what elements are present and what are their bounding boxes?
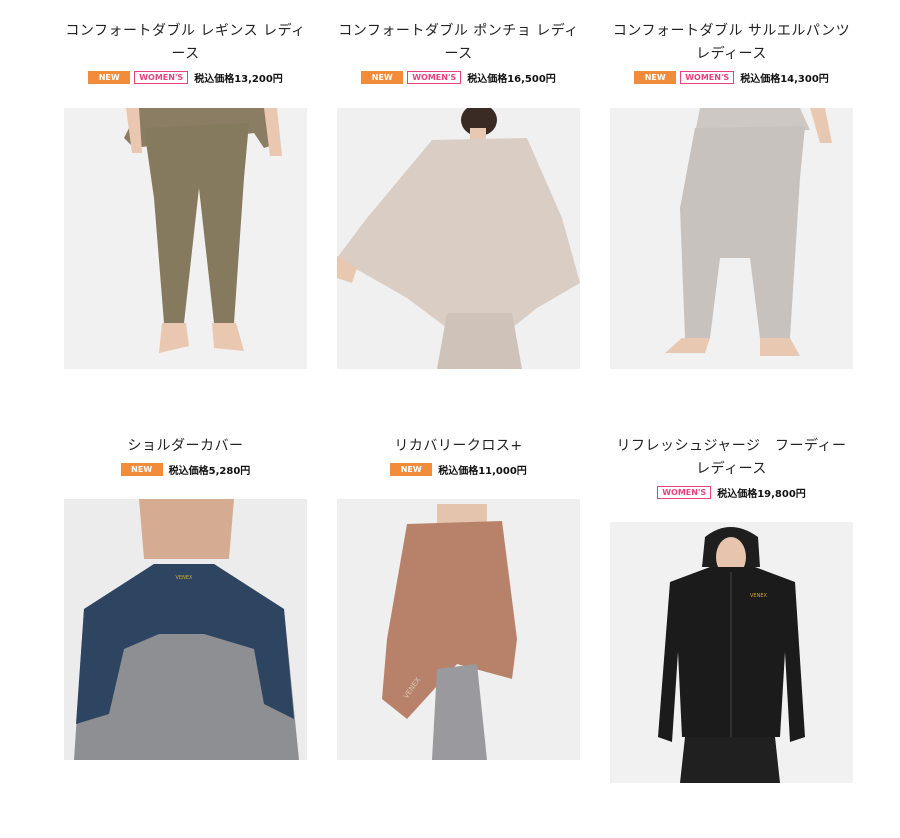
new-badge: NEW: [361, 70, 404, 84]
svg-text:VENEX: VENEX: [176, 575, 193, 581]
product-card[interactable]: コンフォートダブル ポンチョ レディース NEW WOMEN'S 税込価格16,…: [337, 20, 580, 369]
product-meta: NEW WOMEN'S 税込価格13,200円: [64, 70, 307, 85]
new-badge: NEW: [390, 462, 433, 476]
womens-badge: WOMEN'S: [407, 70, 462, 84]
new-badge: NEW: [88, 70, 131, 84]
leggings-photo: [64, 108, 307, 369]
product-meta: NEW 税込価格11,000円: [337, 462, 580, 477]
product-image[interactable]: VENEX: [610, 522, 853, 783]
product-meta: NEW 税込価格5,280円: [64, 462, 307, 477]
product-price: 税込価格16,500円: [467, 73, 556, 85]
product-meta: WOMEN'S 税込価格19,800円: [610, 485, 853, 500]
product-card[interactable]: コンフォートダブル レギンス レディース NEW WOMEN'S 税込価格13,…: [64, 20, 307, 369]
product-card[interactable]: コンフォートダブル サルエルパンツ レディース NEW WOMEN'S 税込価格…: [610, 20, 853, 369]
poncho-photo: [337, 108, 580, 369]
hoodie-photo: VENEX: [610, 522, 853, 783]
womens-badge: WOMEN'S: [657, 485, 712, 499]
product-card[interactable]: ショルダーカバー NEW 税込価格5,280円 VENEX: [64, 435, 307, 760]
product-title[interactable]: コンフォートダブル サルエルパンツ レディース: [610, 20, 853, 66]
product-meta: NEW WOMEN'S 税込価格14,300円: [610, 70, 853, 85]
product-title[interactable]: リフレッシュジャージ フーディー レディース: [610, 435, 860, 481]
womens-badge: WOMEN'S: [134, 70, 189, 84]
new-badge: NEW: [120, 462, 163, 476]
product-card[interactable]: リカバリークロス+ NEW 税込価格11,000円 VENEX: [337, 435, 580, 760]
product-image[interactable]: VENEX: [64, 499, 307, 760]
product-meta: NEW WOMEN'S 税込価格16,500円: [337, 70, 580, 85]
product-title[interactable]: ショルダーカバー: [64, 435, 307, 458]
product-price: 税込価格19,800円: [717, 488, 806, 500]
product-price: 税込価格14,300円: [740, 73, 829, 85]
product-price: 税込価格5,280円: [168, 465, 251, 477]
shoulder-cover-photo: VENEX: [64, 499, 307, 760]
product-image[interactable]: [64, 108, 307, 369]
product-image[interactable]: [337, 108, 580, 369]
product-card[interactable]: リフレッシュジャージ フーディー レディース WOMEN'S 税込価格19,80…: [610, 435, 861, 783]
new-badge: NEW: [634, 70, 677, 84]
recovery-cross-photo: VENEX: [337, 499, 580, 760]
product-price: 税込価格13,200円: [194, 73, 283, 85]
sarrouel-pants-photo: [610, 108, 853, 369]
product-image[interactable]: [610, 108, 853, 369]
product-title[interactable]: リカバリークロス+: [337, 435, 580, 458]
product-title[interactable]: コンフォートダブル レギンス レディース: [64, 20, 307, 66]
product-price: 税込価格11,000円: [438, 465, 527, 477]
product-title[interactable]: コンフォートダブル ポンチョ レディース: [337, 20, 580, 66]
product-image[interactable]: VENEX: [337, 499, 580, 760]
svg-text:VENEX: VENEX: [750, 593, 767, 599]
womens-badge: WOMEN'S: [680, 70, 735, 84]
